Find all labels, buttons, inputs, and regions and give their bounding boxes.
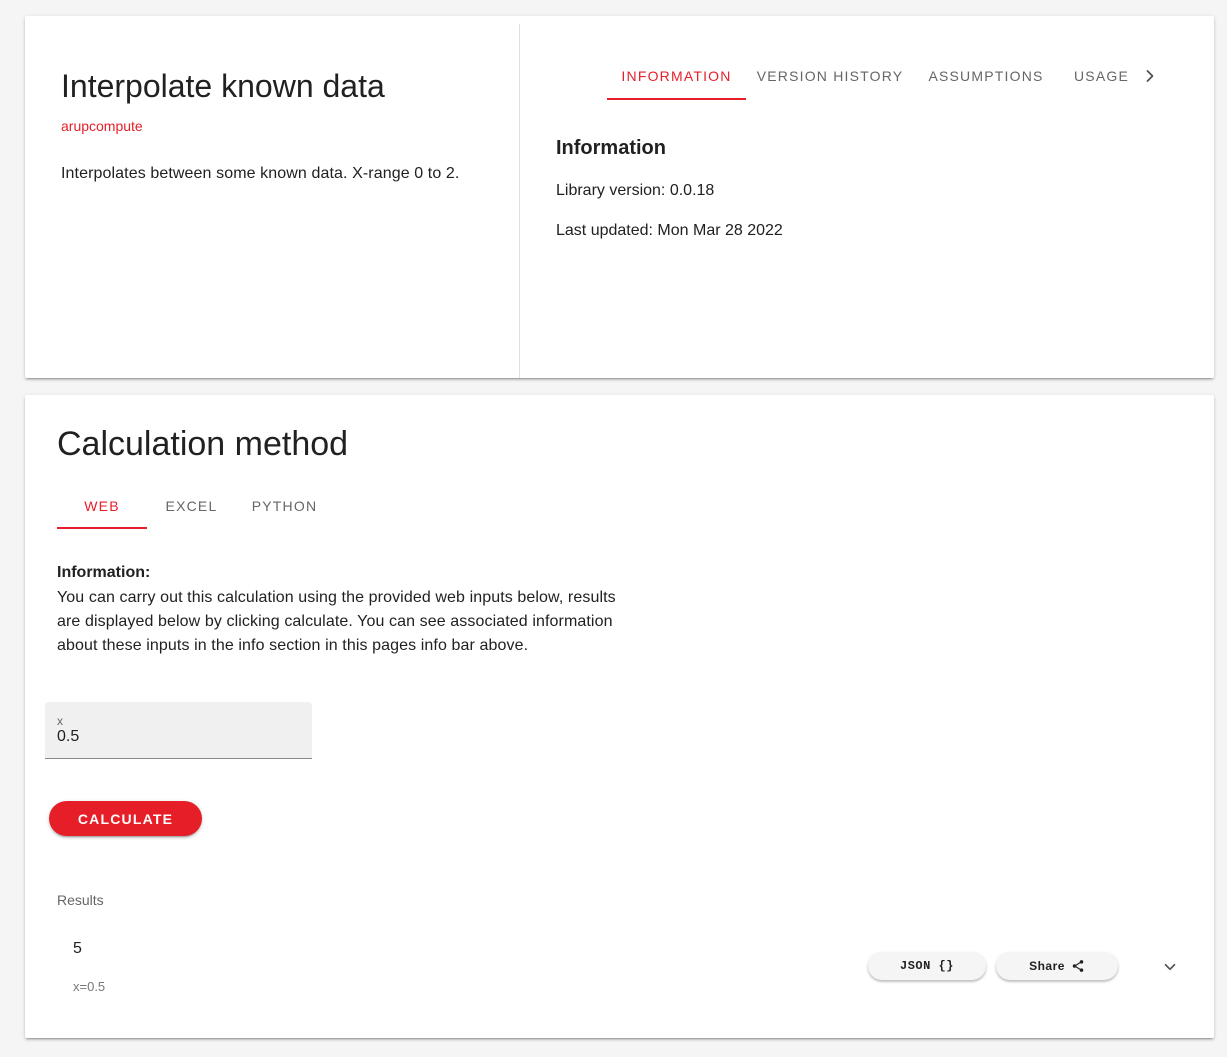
- information-label: Information:: [57, 564, 151, 581]
- info-heading: Information: [556, 137, 666, 159]
- library-version: Library version: 0.0.18: [556, 182, 715, 199]
- share-button-label: Share: [1029, 959, 1065, 973]
- tab-information[interactable]: INFORMATION: [607, 56, 746, 100]
- page-title: Interpolate known data: [61, 68, 385, 104]
- tab-web[interactable]: WEB: [57, 483, 147, 529]
- x-input[interactable]: [57, 728, 297, 746]
- information-text: You can carry out this calculation using…: [57, 589, 616, 654]
- last-updated: Last updated: Mon Mar 28 2022: [556, 222, 783, 239]
- result-subtitle: x=0.5: [73, 979, 106, 994]
- tab-python[interactable]: PYTHON: [236, 483, 333, 529]
- results-label: Results: [57, 892, 104, 908]
- owner-label: arupcompute: [61, 118, 143, 134]
- result-value: 5: [73, 940, 82, 957]
- chevron-down-icon[interactable]: [1161, 958, 1179, 976]
- chevron-right-icon[interactable]: [1140, 66, 1160, 86]
- share-icon: [1072, 960, 1084, 972]
- tab-usage[interactable]: USAGE: [1058, 56, 1145, 100]
- tab-version-history[interactable]: VERSION HISTORY: [746, 56, 914, 100]
- json-button[interactable]: JSON {}: [868, 952, 986, 980]
- calculation-card: Calculation method WEB EXCEL PYTHON Info…: [25, 395, 1214, 1038]
- calculate-button[interactable]: CALCULATE: [49, 801, 202, 836]
- description: Interpolates between some known data. X-…: [61, 165, 460, 182]
- calculation-method-title: Calculation method: [57, 425, 349, 463]
- share-button[interactable]: Share: [996, 952, 1118, 980]
- tab-assumptions[interactable]: ASSUMPTIONS: [914, 56, 1058, 100]
- info-tab-bar: INFORMATION VERSION HISTORY ASSUMPTIONS …: [607, 56, 1145, 100]
- x-input-container[interactable]: x: [45, 702, 312, 759]
- json-button-label: JSON {}: [900, 959, 954, 973]
- calc-header-card: Interpolate known data arupcompute Inter…: [25, 16, 1214, 378]
- calc-method-tab-bar: WEB EXCEL PYTHON: [57, 483, 333, 529]
- x-input-label: x: [57, 714, 63, 728]
- tab-excel[interactable]: EXCEL: [147, 483, 236, 529]
- vertical-divider: [519, 24, 520, 378]
